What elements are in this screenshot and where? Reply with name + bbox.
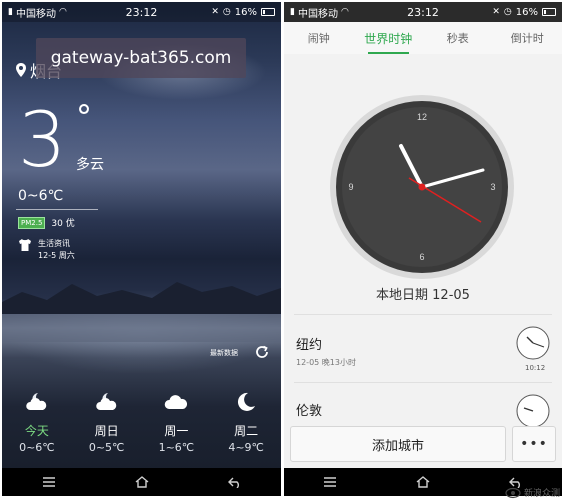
- more-options-button[interactable]: •••: [512, 426, 556, 462]
- clock-screen: ▮ 中国移动 ◠ 23:12 ✕ ◷ 16% 闹钟 世界时钟 秒表 倒计时 12…: [284, 2, 562, 496]
- battery-icon: [542, 8, 556, 16]
- city-time-diff: 12-05 晚13小时: [296, 358, 356, 367]
- refresh-icon[interactable]: [254, 344, 270, 360]
- city-name: 伦敦: [296, 404, 323, 419]
- clock-center: [418, 183, 426, 191]
- forecast-day-range: 1~6℃: [158, 441, 195, 454]
- aqi-value: 30 优: [51, 219, 75, 229]
- mountain-silhouette: [2, 282, 281, 342]
- location-pin-icon: [16, 63, 26, 77]
- battery-icon: [261, 8, 275, 16]
- mini-clock-time: 10:12: [525, 364, 546, 372]
- forecast-day-name: 周一: [164, 424, 189, 438]
- status-bar: ▮ 中国移动 ◠ 23:12 ✕ ◷ 16%: [2, 2, 281, 22]
- forecast-day-name: 周日: [94, 424, 119, 438]
- forecast-day-today[interactable]: 今天 0~6℃: [2, 390, 72, 454]
- eye-logo-icon: [505, 487, 521, 498]
- life-info[interactable]: 生活资讯 12-5 周六: [18, 238, 75, 262]
- wifi-icon: ◠: [58, 7, 67, 17]
- weather-screen: ▮ 中国移动 ◠ 23:12 ✕ ◷ 16% 烟台 gateway-bat365…: [2, 2, 281, 496]
- status-time: 23:12: [125, 5, 158, 19]
- status-bar: ▮ 中国移动 ◠ 23:12 ✕ ◷ 16%: [284, 2, 562, 22]
- tab-stopwatch[interactable]: 秒表: [423, 22, 493, 54]
- forecast-day-monday[interactable]: 周一 1~6℃: [142, 390, 212, 454]
- alarm-icon: ◷: [222, 7, 231, 17]
- action-bar: 添加城市 •••: [290, 426, 556, 462]
- cloudy-night-icon: [26, 393, 47, 410]
- signal-icon: ▮: [8, 7, 13, 17]
- analog-clock: 12 3 6 9: [330, 95, 514, 279]
- tab-world-clock[interactable]: 世界时钟: [354, 22, 424, 54]
- forecast-day-range: 0~6℃: [19, 441, 55, 454]
- forecast-list: 今天 0~6℃ 周日 0~5℃ 周一 1~6℃ 周二 4~9℃: [2, 390, 281, 454]
- menu-icon[interactable]: [42, 476, 56, 488]
- clock-number-9: 9: [348, 182, 353, 192]
- divider: [294, 382, 552, 383]
- clock-tabs: 闹钟 世界时钟 秒表 倒计时: [284, 22, 562, 54]
- add-city-button[interactable]: 添加城市: [290, 426, 506, 462]
- forecast-day-sunday[interactable]: 周日 0~5℃: [72, 390, 142, 454]
- weather-condition: 多云: [76, 157, 104, 173]
- mute-icon: ✕: [492, 7, 500, 17]
- battery-percent: 16%: [515, 6, 538, 18]
- mini-clock-icon: [516, 326, 550, 360]
- wifi-icon: ◠: [340, 7, 349, 17]
- forecast-day-range: 4~9℃: [228, 441, 264, 454]
- forecast-day-name: 周二: [234, 424, 259, 438]
- shirt-icon: [19, 239, 31, 251]
- site-logo: 新浪众测: [505, 486, 560, 499]
- logo-text: 新浪众测: [523, 489, 560, 499]
- battery-percent: 16%: [234, 6, 257, 18]
- clock-number-6: 6: [419, 252, 424, 262]
- latest-data-label: 最新数据: [210, 349, 238, 357]
- life-info-title: 生活资讯: [38, 239, 70, 248]
- temperature-range: 0~6℃: [18, 188, 64, 204]
- pm25-badge: PM2.5: [18, 216, 46, 229]
- signal-icon: ▮: [290, 7, 295, 17]
- cloud-icon: [165, 395, 188, 409]
- menu-icon[interactable]: [323, 476, 337, 488]
- cloudy-night-icon: [95, 393, 116, 410]
- carrier-label: ▮ 中国移动 ◠: [8, 7, 67, 20]
- tab-timer[interactable]: 倒计时: [493, 22, 563, 54]
- divider: [294, 314, 552, 315]
- tab-alarm[interactable]: 闹钟: [284, 22, 354, 54]
- home-icon[interactable]: [135, 476, 149, 488]
- forecast-day-range: 0~5℃: [88, 441, 125, 454]
- screenshot-frame: ▮ 中国移动 ◠ 23:12 ✕ ◷ 16% 烟台 gateway-bat365…: [0, 0, 564, 501]
- life-info-date: 12-5 周六: [38, 251, 75, 260]
- clock-number-12: 12: [417, 112, 427, 122]
- city-row-newyork[interactable]: 纽约 12-05 晚13小时: [296, 334, 356, 368]
- watermark-overlay: gateway-bat365.com: [36, 38, 246, 78]
- back-icon[interactable]: [227, 476, 242, 488]
- carrier-label: ▮ 中国移动 ◠: [290, 7, 349, 20]
- air-quality[interactable]: PM2.5 30 优: [18, 216, 75, 229]
- local-date: 本地日期 12-05: [376, 288, 470, 303]
- divider: [16, 209, 98, 210]
- home-icon[interactable]: [416, 476, 430, 488]
- status-time: 23:12: [407, 5, 439, 19]
- mini-clock-icon: [516, 394, 550, 428]
- clock-number-3: 3: [490, 182, 495, 192]
- moon-icon: [238, 392, 256, 411]
- current-temperature: 3: [18, 95, 67, 184]
- alarm-icon: ◷: [503, 7, 512, 17]
- degree-symbol: °: [76, 98, 92, 136]
- navigation-bar: [2, 468, 281, 496]
- forecast-day-tuesday[interactable]: 周二 4~9℃: [211, 390, 281, 454]
- city-row-london[interactable]: 伦敦: [296, 400, 322, 419]
- city-name: 纽约: [296, 338, 323, 353]
- forecast-day-name: 今天: [24, 424, 49, 438]
- mute-icon: ✕: [211, 7, 219, 17]
